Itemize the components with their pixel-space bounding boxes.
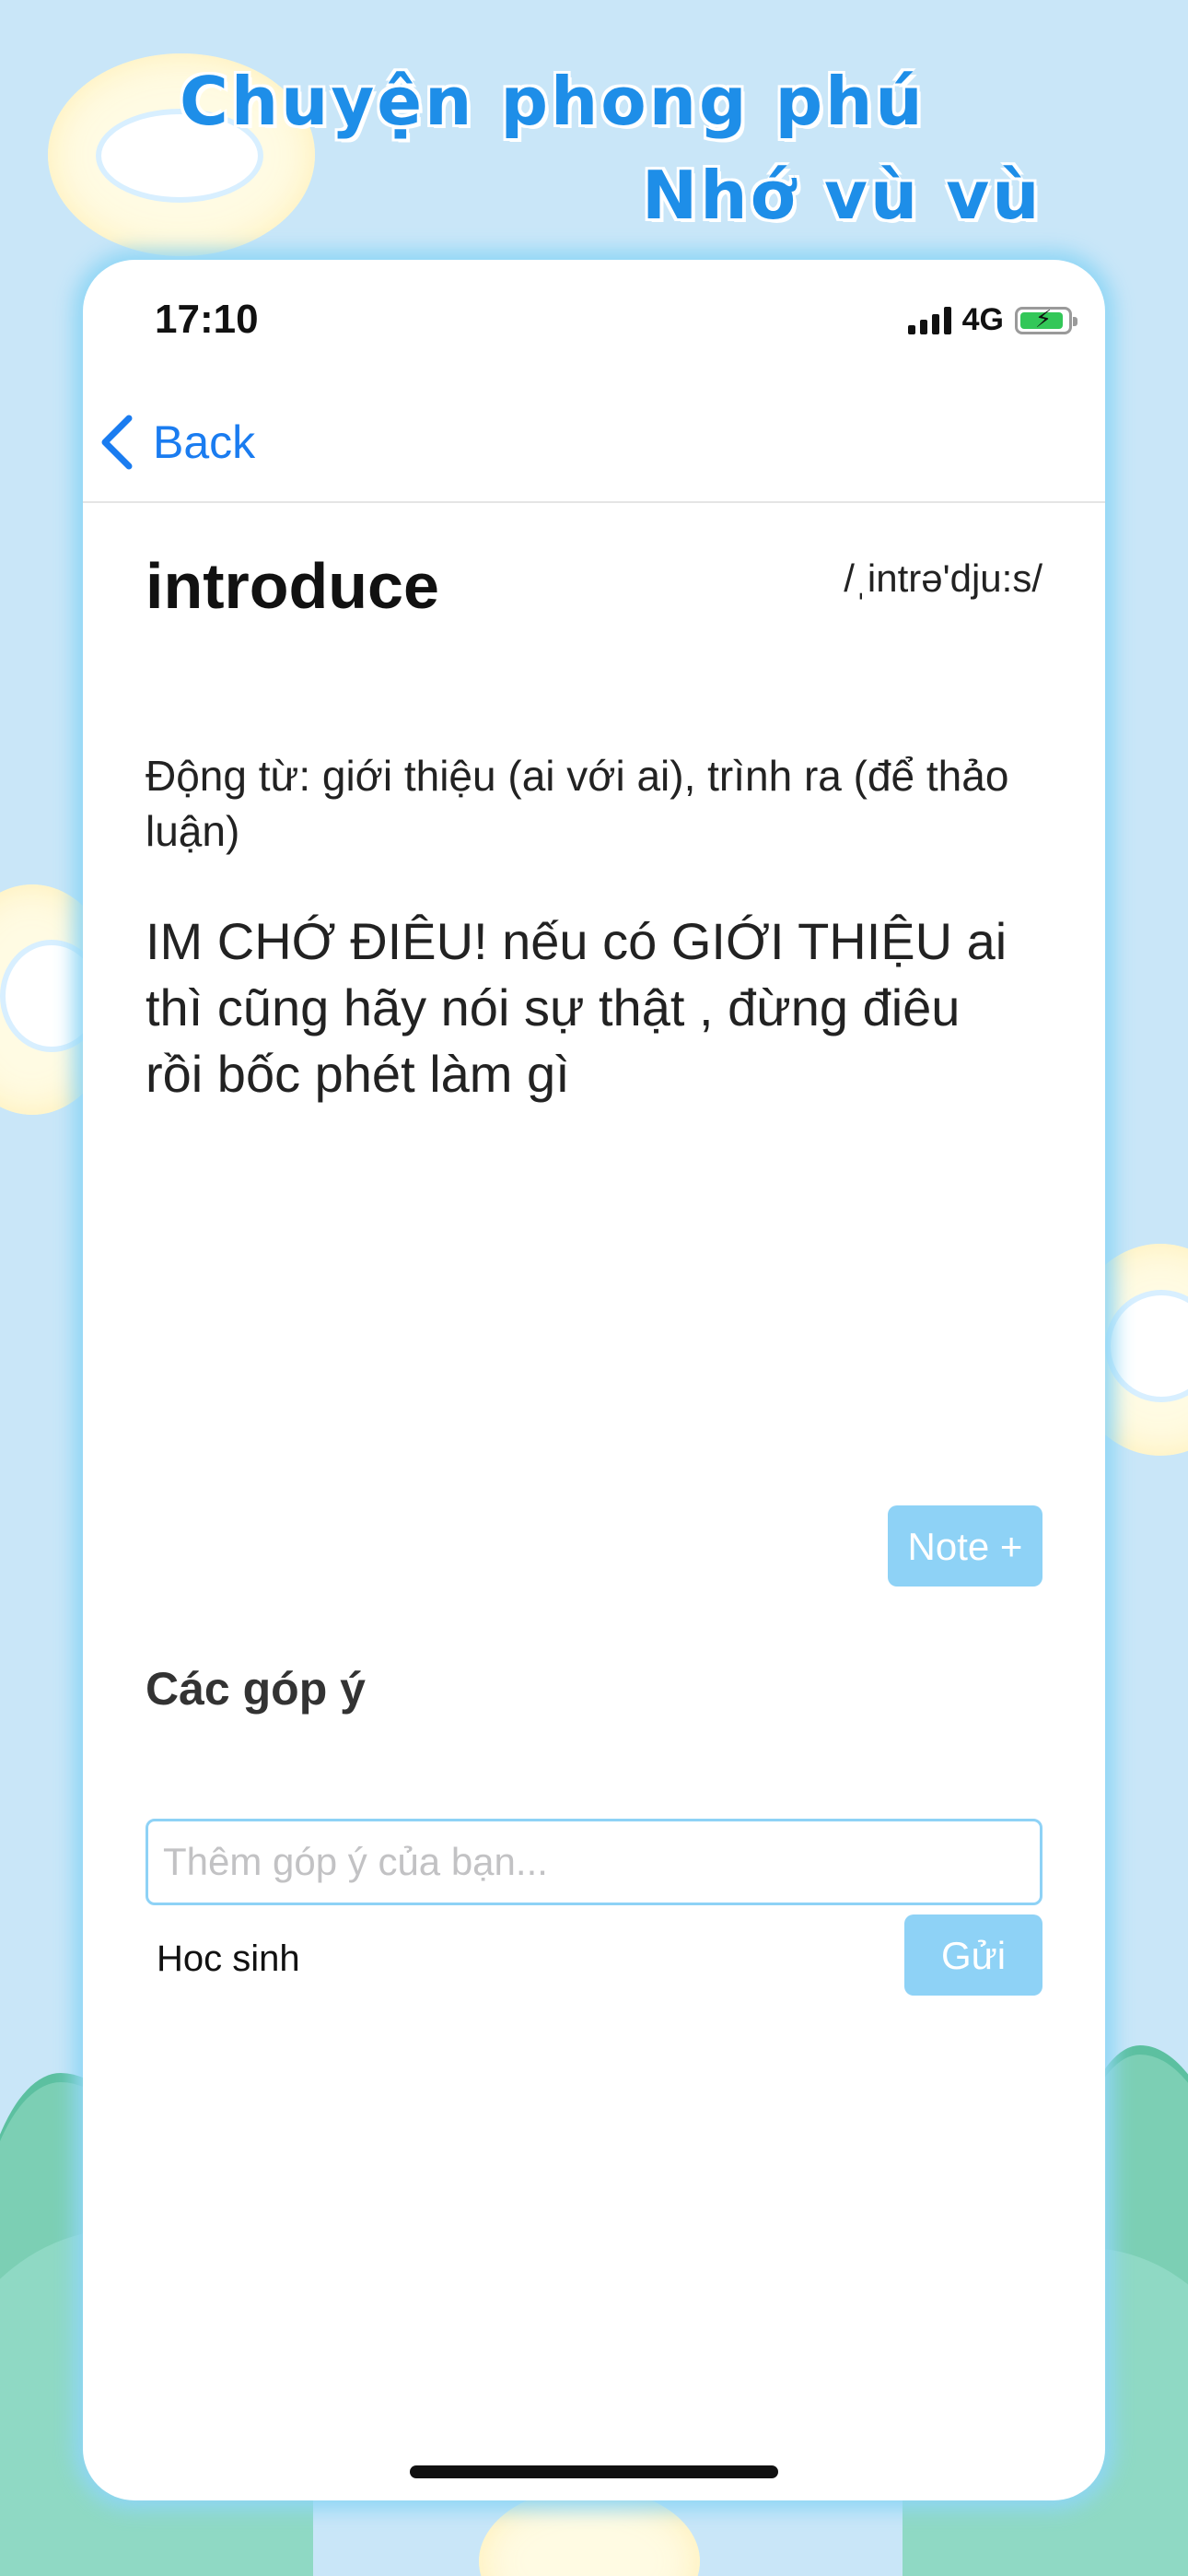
promo-headline-line-2: Nhớ vù vù xyxy=(642,157,1042,234)
chevron-left-icon xyxy=(101,415,133,470)
cellular-signal-icon xyxy=(907,306,951,334)
cloud-decoration xyxy=(479,2488,700,2576)
status-time: 17:10 xyxy=(155,297,259,342)
home-indicator xyxy=(410,2465,778,2478)
back-button[interactable]: Back xyxy=(98,413,255,472)
comment-input[interactable] xyxy=(146,1819,1042,1905)
back-label: Back xyxy=(153,416,256,468)
cloud-decoration-inner xyxy=(1105,1290,1188,1402)
promo-scene: Chuyện phong phú Nhớ vù vù ← → 17:10 4G … xyxy=(0,0,1188,2576)
add-note-button[interactable]: Note + xyxy=(888,1505,1042,1587)
promo-headline-line-1: Chuyện phong phú xyxy=(180,63,926,140)
network-type: 4G xyxy=(961,302,1004,337)
status-bar: 17:10 4G ⚡ xyxy=(83,260,1105,389)
send-comment-button[interactable]: Gửi xyxy=(904,1914,1042,1996)
status-indicators: 4G ⚡ xyxy=(907,302,1077,338)
word-title: introduce xyxy=(146,550,439,622)
comments-title: Các góp ý xyxy=(146,1663,366,1715)
word-definition: Động từ: giới thiệu (ai với ai), trình r… xyxy=(146,752,1009,855)
navigation-bar: Back xyxy=(83,389,1105,503)
battery-charging-icon: ⚡ xyxy=(1015,306,1077,334)
phone-screen: 17:10 4G ⚡ Back introduce /ˌintrə'dju:s/… xyxy=(83,260,1105,2500)
word-mnemonic-story: IM CHỚ ĐIÊU! nếu có GIỚI THIỆU ai thì cũ… xyxy=(146,912,1007,1103)
word-pronunciation: /ˌintrə'dju:s/ xyxy=(844,556,1042,600)
commenter-name: Hoc sinh xyxy=(157,1938,300,1979)
